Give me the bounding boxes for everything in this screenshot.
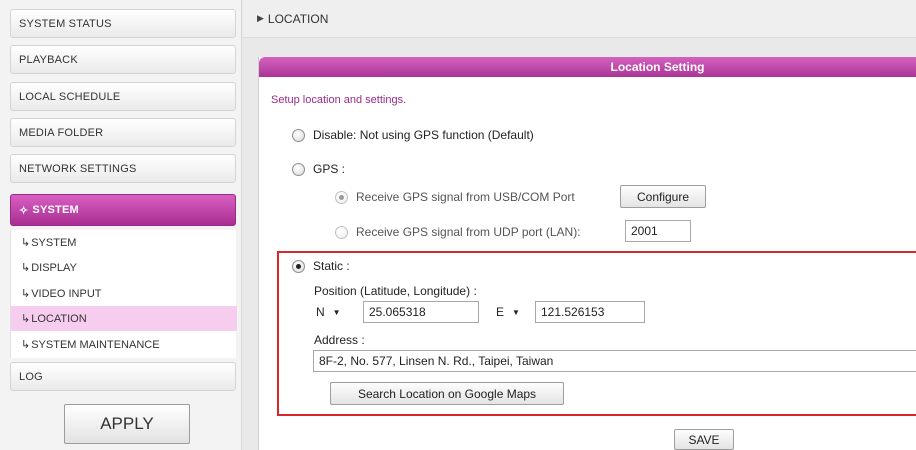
longitude-direction-select[interactable]: E ▼ — [496, 301, 520, 323]
menu-label: MEDIA FOLDER — [19, 126, 104, 139]
submenu-label: LOCATION — [31, 312, 87, 325]
udp-port-input[interactable]: 2001 — [625, 220, 691, 242]
gps-label: GPS : — [313, 162, 346, 176]
longitude-input[interactable]: 121.526153 — [535, 301, 645, 323]
submenu-item-system[interactable]: ↳ SYSTEM — [11, 230, 237, 255]
submenu-label: VIDEO INPUT — [31, 287, 102, 300]
latitude-input[interactable]: 25.065318 — [363, 301, 479, 323]
menu-network-settings[interactable]: NETWORK SETTINGS — [10, 154, 236, 183]
latitude-direction-select[interactable]: N ▼ — [316, 301, 341, 323]
disable-radio[interactable] — [292, 128, 305, 142]
menu-system-status[interactable]: SYSTEM STATUS — [10, 9, 236, 38]
lat-dir-value: N — [316, 305, 325, 319]
menu-label: SYSTEM — [32, 204, 79, 216]
triangle-right-icon: ▶ — [257, 13, 264, 23]
gps-usb-label: Receive GPS signal from USB/COM Port — [356, 190, 575, 204]
sparkle-icon: ✧ — [19, 204, 29, 217]
static-radio[interactable] — [292, 259, 305, 273]
panel-title: Location Setting — [259, 57, 916, 77]
option-gps[interactable]: GPS : — [292, 162, 345, 176]
menu-label: NETWORK SETTINGS — [19, 162, 137, 175]
disable-label: Disable: Not using GPS function (Default… — [313, 128, 534, 142]
sidebar: SYSTEM STATUS PLAYBACK LOCAL SCHEDULE ME… — [0, 0, 242, 450]
sub-arrow-icon: ↳ — [21, 313, 31, 325]
submenu-item-display[interactable]: ↳ DISPLAY — [11, 255, 237, 280]
configure-button[interactable]: Configure — [620, 185, 706, 208]
submenu-label: SYSTEM — [31, 236, 77, 249]
gps-udp-label: Receive GPS signal from UDP port (LAN): — [356, 225, 581, 239]
submenu-item-system-maintenance[interactable]: ↳ SYSTEM MAINTENANCE — [11, 332, 237, 357]
sub-arrow-icon: ↳ — [21, 339, 31, 351]
sub-arrow-icon: ↳ — [21, 237, 31, 249]
menu-label: LOG — [19, 370, 43, 383]
menu-log[interactable]: LOG — [10, 362, 236, 391]
option-static[interactable]: Static : — [292, 259, 350, 273]
sub-arrow-icon: ↳ — [21, 288, 31, 300]
sub-arrow-icon: ↳ — [21, 262, 31, 274]
menu-media-folder[interactable]: MEDIA FOLDER — [10, 118, 236, 147]
gps-usb-radio[interactable] — [335, 190, 348, 204]
dropdown-caret-icon: ▼ — [332, 307, 341, 317]
option-gps-udp[interactable]: Receive GPS signal from UDP port (LAN): — [335, 225, 581, 239]
search-google-maps-button[interactable]: Search Location on Google Maps — [330, 382, 564, 405]
save-button[interactable]: SAVE — [674, 429, 734, 450]
menu-local-schedule[interactable]: LOCAL SCHEDULE — [10, 82, 236, 111]
address-input[interactable]: 8F-2, No. 577, Linsen N. Rd., Taipei, Ta… — [313, 350, 916, 372]
menu-label: PLAYBACK — [19, 53, 78, 66]
submenu-label: DISPLAY — [31, 261, 77, 274]
menu-playback[interactable]: PLAYBACK — [10, 45, 236, 74]
position-label: Position (Latitude, Longitude) : — [314, 284, 477, 298]
option-disable[interactable]: Disable: Not using GPS function (Default… — [292, 128, 534, 142]
apply-button[interactable]: APPLY — [64, 404, 190, 444]
submenu-item-location[interactable]: ↳ LOCATION — [11, 306, 237, 331]
submenu-label: SYSTEM MAINTENANCE — [31, 338, 160, 351]
menu-system[interactable]: ✧ SYSTEM — [10, 194, 236, 226]
system-submenu: ↳ SYSTEM ↳ DISPLAY ↳ VIDEO INPUT ↳ LOCATION … — [10, 230, 237, 358]
option-gps-usb[interactable]: Receive GPS signal from USB/COM Port — [335, 190, 575, 204]
panel-description: Setup location and settings. — [271, 94, 407, 106]
breadcrumb: ▶ LOCATION — [243, 0, 916, 38]
lon-dir-value: E — [496, 305, 505, 319]
submenu-item-video-input[interactable]: ↳ VIDEO INPUT — [11, 281, 237, 306]
page-title: LOCATION — [267, 11, 329, 26]
address-label: Address : — [314, 333, 365, 347]
menu-label: LOCAL SCHEDULE — [19, 90, 121, 103]
menu-label: SYSTEM STATUS — [19, 17, 112, 30]
gps-radio[interactable] — [292, 162, 305, 176]
static-label: Static : — [313, 259, 350, 273]
dropdown-caret-icon: ▼ — [512, 307, 520, 317]
gps-udp-radio[interactable] — [335, 225, 348, 239]
